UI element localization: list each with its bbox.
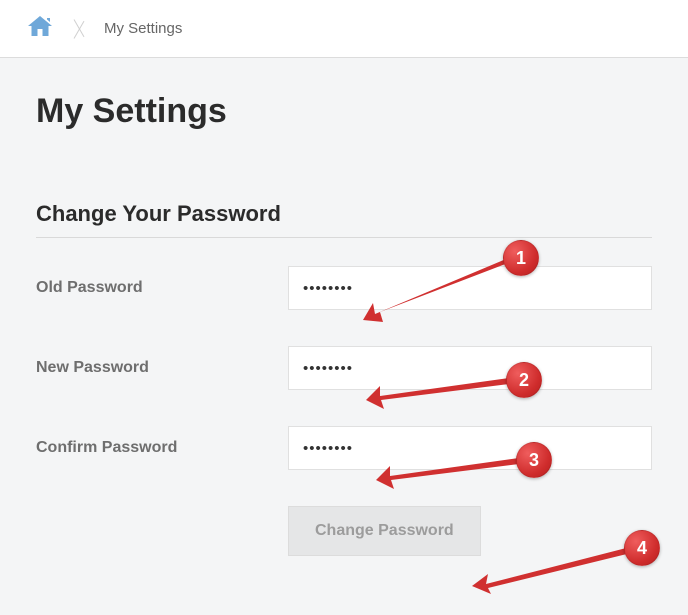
new-password-input[interactable] bbox=[288, 346, 652, 390]
change-password-button[interactable]: Change Password bbox=[288, 506, 481, 556]
page-title: My Settings bbox=[36, 92, 652, 131]
form-row-confirm-password: Confirm Password bbox=[36, 426, 652, 470]
old-password-label: Old Password bbox=[36, 279, 288, 297]
breadcrumb-separator-icon bbox=[74, 9, 96, 49]
form-row-old-password: Old Password bbox=[36, 266, 652, 310]
change-password-form: Old Password New Password Confirm Passwo… bbox=[36, 266, 652, 556]
section-title: Change Your Password bbox=[36, 201, 652, 238]
topbar: My Settings bbox=[0, 0, 688, 58]
form-row-submit: Change Password bbox=[36, 506, 652, 556]
page: My Settings Change Your Password Old Pas… bbox=[0, 58, 688, 556]
breadcrumb-home[interactable] bbox=[10, 9, 70, 49]
confirm-password-input[interactable] bbox=[288, 426, 652, 470]
breadcrumb-current: My Settings bbox=[96, 20, 182, 37]
confirm-password-label: Confirm Password bbox=[36, 439, 288, 457]
old-password-input[interactable] bbox=[288, 266, 652, 310]
new-password-label: New Password bbox=[36, 359, 288, 377]
form-row-new-password: New Password bbox=[36, 346, 652, 390]
breadcrumb: My Settings bbox=[10, 9, 182, 49]
home-icon bbox=[27, 15, 53, 42]
